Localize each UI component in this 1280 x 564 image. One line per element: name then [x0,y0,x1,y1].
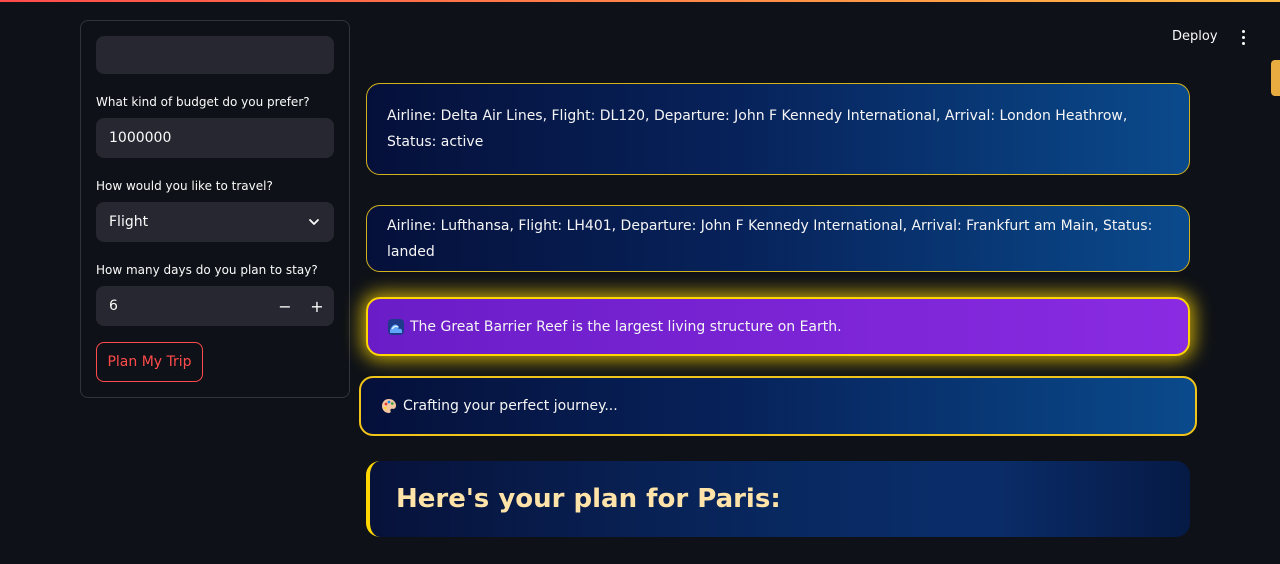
plan-title: Here's your plan for Paris: [396,484,781,514]
travel-select[interactable]: Flight [96,202,334,242]
days-value: 6 [109,298,118,314]
flight-info-text: Airline: Delta Air Lines, Flight: DL120,… [387,108,1128,150]
flight-card: Airline: Delta Air Lines, Flight: DL120,… [366,83,1190,175]
flight-info-text: Airline: Lufthansa, Flight: LH401, Depar… [387,217,1153,260]
increment-button[interactable]: + [302,286,332,326]
budget-label: What kind of budget do you prefer? [96,95,310,109]
decrement-button[interactable]: − [270,286,300,326]
chevron-down-icon [309,219,319,225]
status-text: Crafting your perfect journey... [403,398,618,414]
days-label: How many days do you plan to stay? [96,263,318,277]
wave-icon [388,318,404,335]
scrollbar-thumb[interactable] [1271,60,1280,96]
flight-card: Airline: Lufthansa, Flight: LH401, Depar… [366,205,1190,272]
plan-my-trip-button[interactable]: Plan My Trip [96,342,203,382]
palette-icon [382,399,396,413]
deploy-button[interactable]: Deploy [1162,22,1228,52]
fun-fact-text: The Great Barrier Reef is the largest li… [410,318,842,335]
fun-fact-card: The Great Barrier Reef is the largest li… [366,297,1190,356]
travel-select-value: Flight [109,214,149,230]
travel-label: How would you like to travel? [96,179,273,193]
previous-input-field[interactable] [96,36,334,74]
budget-input[interactable]: 1000000 [96,118,334,158]
plan-heading-card: Here's your plan for Paris: [366,461,1190,537]
more-vertical-icon[interactable] [1230,22,1256,52]
status-card: Crafting your perfect journey... [359,376,1197,436]
